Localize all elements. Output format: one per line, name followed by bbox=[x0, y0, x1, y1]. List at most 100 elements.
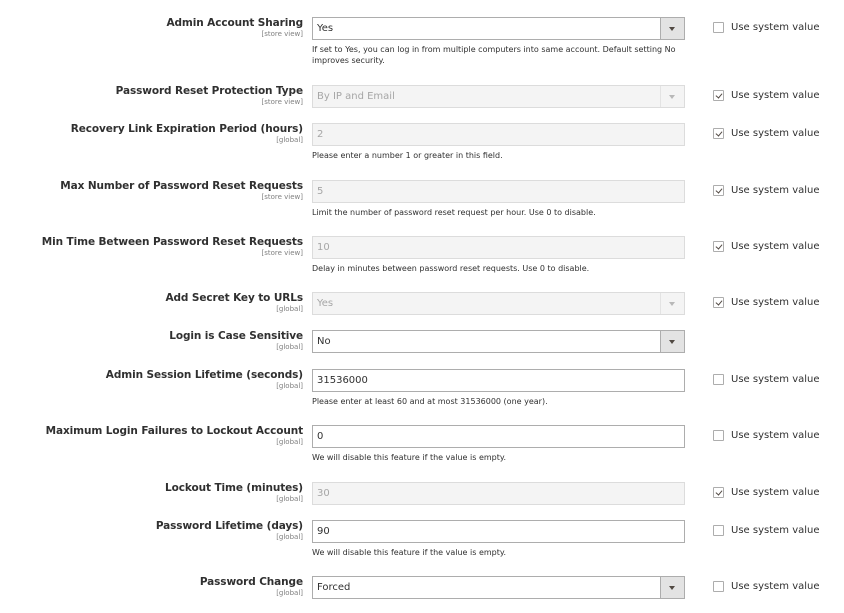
field-scope: [global] bbox=[276, 136, 303, 144]
dropdown-toggle[interactable] bbox=[660, 577, 684, 598]
use-system-value-label: Use system value bbox=[731, 241, 820, 252]
password-reset-protection-type-select: By IP and Email bbox=[312, 85, 685, 108]
field-control: By IP and Email bbox=[312, 85, 685, 108]
use-system-value-toggle[interactable]: Use system value bbox=[713, 22, 820, 33]
selected-value: No bbox=[317, 336, 331, 347]
field-title: Recovery Link Expiration Period (hours) bbox=[70, 123, 303, 135]
input-value: 10 bbox=[317, 242, 330, 253]
field-title: Admin Account Sharing bbox=[166, 17, 303, 29]
password-change-select[interactable]: Forced bbox=[312, 576, 685, 599]
field-label: Login is Case Sensitive [global] bbox=[169, 330, 303, 352]
chevron-down-icon bbox=[669, 586, 675, 590]
selected-value: Yes bbox=[317, 23, 334, 34]
checkbox-unchecked-icon[interactable] bbox=[713, 22, 724, 33]
field-note: We will disable this feature if the valu… bbox=[312, 453, 507, 462]
field-control: 2 Please enter a number 1 or greater in … bbox=[312, 123, 685, 161]
selected-value: By IP and Email bbox=[317, 91, 395, 102]
checkbox-checked-icon[interactable] bbox=[713, 241, 724, 252]
dropdown-toggle[interactable] bbox=[660, 331, 684, 352]
password-lifetime-days-input[interactable]: 90 bbox=[312, 520, 685, 543]
field-control: Yes If set to Yes, you can log in from m… bbox=[312, 17, 685, 66]
field-label: Min Time Between Password Reset Requests… bbox=[42, 236, 303, 258]
use-system-value-label: Use system value bbox=[731, 581, 820, 592]
field-note: We will disable this feature if the valu… bbox=[312, 548, 507, 557]
field-label: Max Number of Password Reset Requests [s… bbox=[60, 180, 303, 202]
use-system-value-toggle[interactable]: Use system value bbox=[713, 525, 820, 536]
add-secret-key-to-urls-select: Yes bbox=[312, 292, 685, 315]
use-system-value-toggle[interactable]: Use system value bbox=[713, 241, 820, 252]
field-control: 0 We will disable this feature if the va… bbox=[312, 425, 685, 463]
checkbox-checked-icon[interactable] bbox=[713, 128, 724, 139]
field-control: No bbox=[312, 330, 685, 353]
field-scope: [global] bbox=[276, 495, 303, 503]
field-title: Admin Session Lifetime (seconds) bbox=[105, 369, 303, 381]
field-control: 30 bbox=[312, 482, 685, 505]
selected-value: Forced bbox=[317, 582, 351, 593]
use-system-value-toggle[interactable]: Use system value bbox=[713, 297, 820, 308]
input-value: 90 bbox=[317, 526, 330, 537]
checkbox-unchecked-icon[interactable] bbox=[713, 430, 724, 441]
field-title: Password Lifetime (days) bbox=[155, 520, 303, 532]
use-system-value-toggle[interactable]: Use system value bbox=[713, 185, 820, 196]
chevron-down-icon bbox=[669, 302, 675, 306]
chevron-down-icon bbox=[669, 27, 675, 31]
checkbox-unchecked-icon[interactable] bbox=[713, 581, 724, 592]
checkbox-checked-icon[interactable] bbox=[713, 487, 724, 498]
field-label: Lockout Time (minutes) [global] bbox=[165, 482, 303, 504]
use-system-value-label: Use system value bbox=[731, 374, 820, 385]
checkbox-unchecked-icon[interactable] bbox=[713, 525, 724, 536]
use-system-value-toggle[interactable]: Use system value bbox=[713, 487, 820, 498]
input-value: 31536000 bbox=[317, 375, 368, 386]
field-note: Please enter at least 60 and at most 315… bbox=[312, 397, 548, 406]
use-system-value-label: Use system value bbox=[731, 487, 820, 498]
checkbox-unchecked-icon[interactable] bbox=[713, 374, 724, 385]
maximum-login-failures-to-lockout-account-input[interactable]: 0 bbox=[312, 425, 685, 448]
use-system-value-toggle[interactable]: Use system value bbox=[713, 128, 820, 139]
field-scope: [global] bbox=[276, 305, 303, 313]
field-note: Please enter a number 1 or greater in th… bbox=[312, 151, 503, 160]
field-control: 90 We will disable this feature if the v… bbox=[312, 520, 685, 558]
input-value: 0 bbox=[317, 431, 324, 442]
field-note: Limit the number of password reset reque… bbox=[312, 208, 596, 217]
min-time-between-password-reset-requests-input: 10 bbox=[312, 236, 685, 259]
checkbox-checked-icon[interactable] bbox=[713, 297, 724, 308]
field-title: Password Change bbox=[199, 576, 303, 588]
field-control: Yes bbox=[312, 292, 685, 315]
field-scope: [global] bbox=[276, 343, 303, 351]
admin-session-lifetime-seconds-input[interactable]: 31536000 bbox=[312, 369, 685, 392]
login-is-case-sensitive-select[interactable]: No bbox=[312, 330, 685, 353]
use-system-value-label: Use system value bbox=[731, 430, 820, 441]
dropdown-toggle[interactable] bbox=[660, 18, 684, 39]
use-system-value-label: Use system value bbox=[731, 525, 820, 536]
field-label: Maximum Login Failures to Lockout Accoun… bbox=[46, 425, 303, 447]
use-system-value-label: Use system value bbox=[731, 128, 820, 139]
lockout-time-minutes-input: 30 bbox=[312, 482, 685, 505]
use-system-value-label: Use system value bbox=[731, 90, 820, 101]
field-title: Lockout Time (minutes) bbox=[165, 482, 303, 494]
field-note: If set to Yes, you can log in from multi… bbox=[312, 45, 676, 65]
field-title: Min Time Between Password Reset Requests bbox=[41, 236, 303, 248]
use-system-value-toggle[interactable]: Use system value bbox=[713, 581, 820, 592]
selected-value: Yes bbox=[317, 298, 334, 309]
field-control: 10 Delay in minutes between password res… bbox=[312, 236, 685, 274]
field-control: 5 Limit the number of password reset req… bbox=[312, 180, 685, 218]
use-system-value-toggle[interactable]: Use system value bbox=[713, 430, 820, 441]
checkbox-checked-icon[interactable] bbox=[713, 90, 724, 101]
dropdown-toggle bbox=[660, 293, 684, 314]
field-label: Password Reset Protection Type [store vi… bbox=[116, 85, 303, 107]
field-scope: [global] bbox=[276, 382, 303, 390]
input-value: 30 bbox=[317, 488, 330, 499]
field-label: Admin Account Sharing [store view] bbox=[166, 17, 303, 39]
checkbox-checked-icon[interactable] bbox=[713, 185, 724, 196]
chevron-down-icon bbox=[669, 95, 675, 99]
recovery-link-expiration-period-hours-input: 2 bbox=[312, 123, 685, 146]
use-system-value-toggle[interactable]: Use system value bbox=[713, 374, 820, 385]
field-label: Admin Session Lifetime (seconds) [global… bbox=[106, 369, 303, 391]
admin-account-sharing-select[interactable]: Yes bbox=[312, 17, 685, 40]
field-title: Maximum Login Failures to Lockout Accoun… bbox=[45, 425, 303, 437]
field-title: Add Secret Key to URLs bbox=[165, 292, 303, 304]
chevron-down-icon bbox=[669, 340, 675, 344]
use-system-value-label: Use system value bbox=[731, 185, 820, 196]
use-system-value-toggle[interactable]: Use system value bbox=[713, 90, 820, 101]
dropdown-toggle bbox=[660, 86, 684, 107]
